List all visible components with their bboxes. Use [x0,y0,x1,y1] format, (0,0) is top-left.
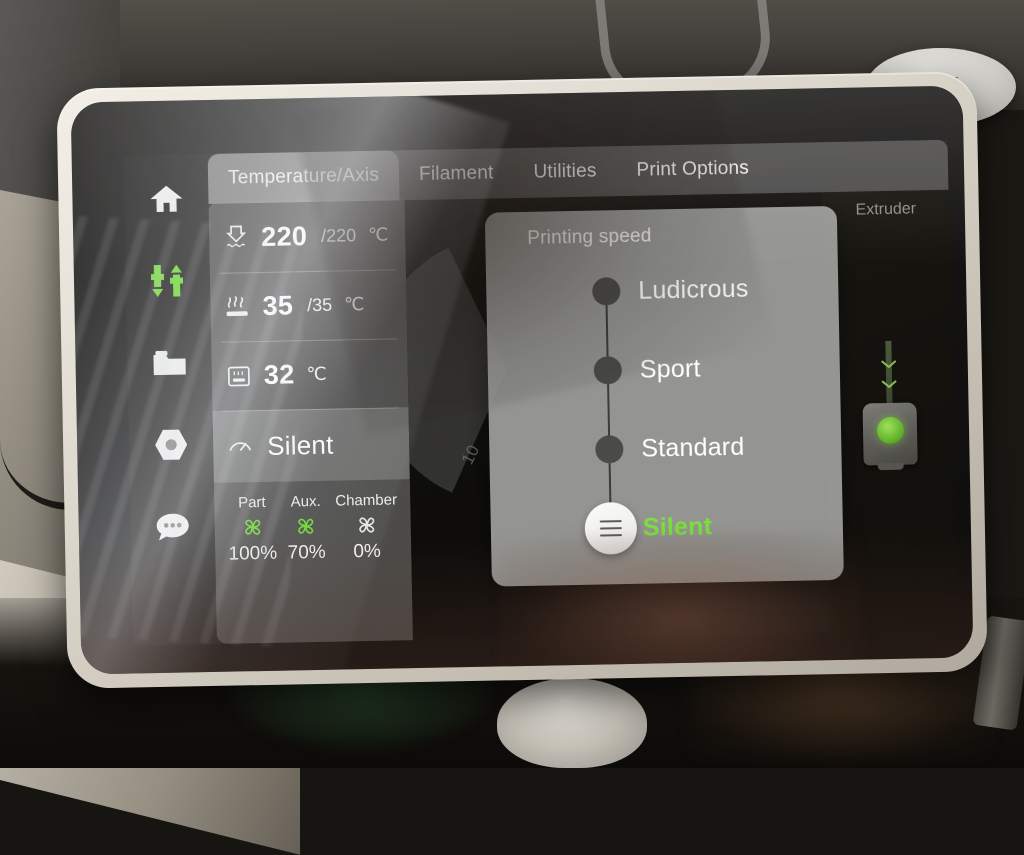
speed-mode-row[interactable]: Silent [212,407,410,483]
speed-option-ludicrous[interactable]: Ludicrous [486,274,749,309]
dialog-title: Printing speed [527,225,652,249]
filament-path [885,340,893,412]
speed-slider[interactable]: Ludicrous Sport Standard Silent [486,268,844,577]
fan-icon [359,517,375,533]
speed-option-sport[interactable]: Sport [488,354,701,388]
chat-bubble-icon [156,513,189,541]
fan-icon [298,518,314,534]
fan-icon [244,519,260,535]
speed-option-label-selected: Silent [642,511,713,542]
speed-option-label: Sport [639,354,701,384]
nozzle-temperature-row[interactable]: 220 /220 ℃ [209,200,406,273]
slider-stop-dot [593,356,623,385]
sliders-icon [150,264,184,297]
speed-option-label: Standard [641,432,745,463]
sidebar-item-prepare[interactable] [153,426,190,463]
bed-temp-target: /35 [306,294,333,316]
tab-print-options[interactable]: Print Options [616,143,769,196]
sidebar-item-home[interactable] [148,180,185,217]
fan-chamber[interactable]: Chamber 0% [335,491,398,563]
speed-option-silent[interactable]: Silent [491,501,712,555]
status-card: 220 /220 ℃ 35 /35 ℃ 32 ℃ Silent Part 100… [208,200,413,644]
printer-touchscreen-device: Temperature/Axis Filament Utilities Prin… [56,71,988,689]
sidebar-item-control[interactable] [150,262,187,299]
speed-mode-label: Silent [266,429,334,461]
chamber-icon [227,365,250,386]
nozzle-temp-value: 220 [260,221,308,252]
fan-part[interactable]: Part 100% [227,494,277,566]
folder-icon [153,350,186,376]
panel-row: 220 /220 ℃ 35 /35 ℃ 32 ℃ Silent Part 100… [208,189,957,644]
tab-utilities[interactable]: Utilities [513,146,617,198]
bed-temp-value: 35 [262,290,294,321]
speed-option-label: Ludicrous [638,274,749,305]
screen-glass: Temperature/Axis Filament Utilities Prin… [70,85,974,675]
fan-name: Aux. [290,492,321,511]
bed-icon [226,295,248,316]
fan-name: Chamber [335,491,398,510]
fan-aux[interactable]: Aux. 70% [287,493,326,565]
sidebar [124,154,217,646]
filament-color-indicator [876,416,905,445]
sidebar-item-messages[interactable] [154,508,191,545]
handle-line [599,520,622,523]
tab-label: Filament [418,162,494,185]
tab-temperature-axis[interactable]: Temperature/Axis [207,150,400,204]
bed-temp-unit: ℃ [343,294,365,315]
fan-percent: 0% [353,540,382,563]
hex-nut-icon [155,429,188,460]
chevron-down-icon [881,380,897,389]
fan-percent: 100% [228,542,278,565]
printing-speed-dialog: Printing speed Ludicrous Sport Standard … [484,205,844,587]
nozzle-temp-unit: ℃ [367,224,389,245]
handle-line [599,527,622,530]
speed-option-standard[interactable]: Standard [489,432,745,467]
chamber-temp-unit: ℃ [306,363,327,385]
bed-temperature-row[interactable]: 35 /35 ℃ [210,269,407,342]
chamber-temp-value: 32 [263,359,295,390]
extruder-label: Extruder [855,200,917,219]
main-content: Temperature/Axis Filament Utilities Prin… [207,139,957,644]
slider-stop-dot [595,435,624,464]
slider-stop-dot [592,277,621,306]
slider-handle[interactable] [584,501,638,555]
background-filament-spool [497,678,647,768]
nozzle-temp-target: /220 [320,225,357,246]
chamber-temperature-row[interactable]: 32 ℃ [211,338,408,411]
handle-line [599,534,623,537]
fan-group: Part 100% Aux. 70% Chamber 0% [214,479,413,644]
home-icon [150,185,183,212]
fan-percent: 70% [287,541,326,564]
fan-name: Part [237,493,266,512]
ui-screen: Temperature/Axis Filament Utilities Prin… [123,139,957,646]
nozzle-tip [877,462,904,471]
chevron-down-icon [881,360,897,369]
tab-filament[interactable]: Filament [399,148,514,200]
tab-label: Utilities [533,160,597,183]
nozzle-icon [226,225,247,247]
sidebar-item-files[interactable] [151,344,188,381]
tab-label: Temperature/Axis [227,164,380,189]
extruder-head [862,402,918,466]
speedometer-icon [229,442,252,451]
tab-label: Print Options [636,157,750,181]
